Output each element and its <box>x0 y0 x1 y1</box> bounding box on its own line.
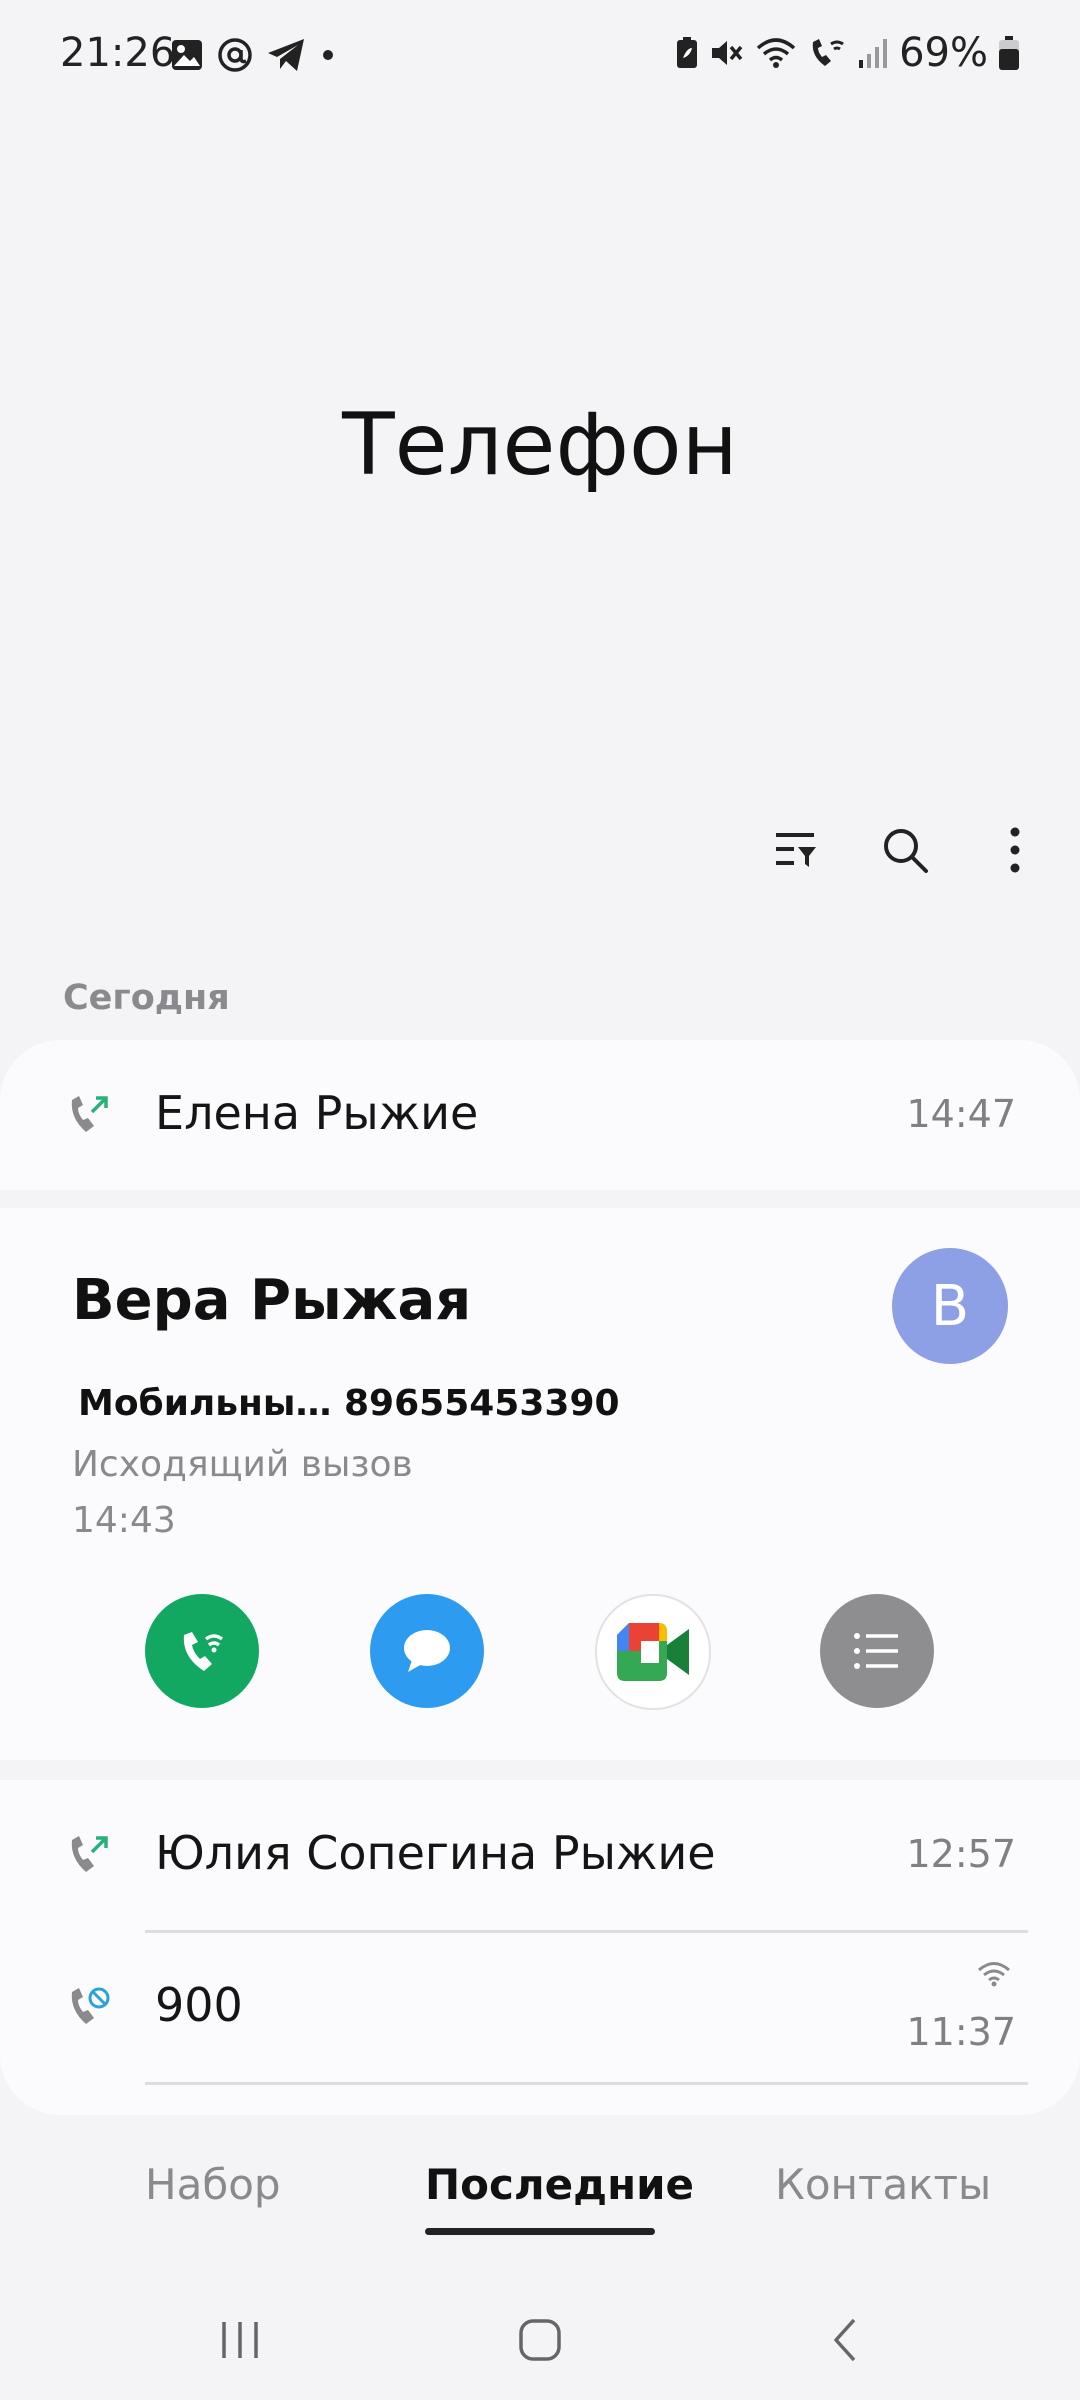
list-icon <box>852 1630 902 1672</box>
call-row[interactable]: Елена Рыжие 14:47 <box>0 1040 1080 1190</box>
call-time: 11:37 <box>906 2010 1016 2054</box>
battery-percent: 69% <box>899 30 988 76</box>
call-contact-name: Юлия Сопегина Рыжие <box>155 1826 716 1880</box>
phone-number: Мобильны… 89655453390 <box>78 1383 620 1424</box>
avatar[interactable]: В <box>892 1248 1008 1364</box>
call-type: Исходящий вызов <box>72 1444 413 1485</box>
status-notification-icons <box>170 36 338 74</box>
google-meet-icon <box>615 1621 691 1683</box>
status-system-icons: 69% <box>675 30 1020 76</box>
video-call-button[interactable] <box>595 1594 711 1710</box>
blocked-call-icon <box>66 1984 112 2030</box>
call-list-card: Юлия Сопегина Рыжие 12:57 900 11:37 <box>0 1780 1080 2115</box>
tab-contacts[interactable]: Контакты <box>775 2160 991 2209</box>
active-tab-indicator <box>425 2228 655 2235</box>
message-icon <box>400 1626 454 1676</box>
contact-name: Вера Рыжая <box>72 1268 472 1333</box>
details-button[interactable] <box>820 1594 934 1708</box>
dot-icon <box>318 45 338 65</box>
more-vert-icon <box>1008 826 1022 874</box>
home-icon <box>517 2317 563 2363</box>
call-time: 14:43 <box>72 1500 176 1541</box>
home-button[interactable] <box>495 2300 585 2380</box>
recent-apps-icon <box>218 2318 262 2362</box>
wifi-icon <box>755 36 797 70</box>
call-contact-name: Елена Рыжие <box>155 1086 479 1140</box>
at-icon <box>216 36 254 74</box>
search-button[interactable] <box>870 815 940 885</box>
page-title: Телефон <box>342 395 738 495</box>
expanded-call-card: Вера Рыжая В Мобильны… 89655453390 Исход… <box>0 1208 1080 1760</box>
section-today-label: Сегодня <box>63 978 230 1018</box>
back-button[interactable] <box>800 2300 890 2380</box>
tab-recents[interactable]: Последние <box>425 2160 694 2209</box>
telegram-icon <box>266 37 306 73</box>
filter-button[interactable] <box>760 815 830 885</box>
message-button[interactable] <box>370 1594 484 1708</box>
wifi-call-button[interactable] <box>145 1594 259 1708</box>
filter-icon <box>772 829 818 871</box>
system-navigation-bar <box>0 2300 1080 2380</box>
call-time: 12:57 <box>906 1832 1016 1876</box>
wifi-icon <box>976 1960 1012 1988</box>
more-options-button[interactable] <box>980 815 1050 885</box>
toolbar <box>760 815 1050 885</box>
outgoing-call-icon <box>66 1092 112 1138</box>
bottom-tabs: Набор Последние Контакты <box>0 2160 1080 2240</box>
mute-icon <box>709 36 745 70</box>
call-list-card: Елена Рыжие 14:47 <box>0 1040 1080 1190</box>
wifi-calling-icon <box>807 36 847 70</box>
outgoing-call-icon <box>66 1832 112 1878</box>
wifi-call-icon <box>174 1623 230 1679</box>
search-icon <box>880 825 930 875</box>
tab-dialer[interactable]: Набор <box>145 2160 281 2209</box>
status-bar: 21:26 69% <box>0 0 1080 110</box>
battery-icon <box>998 35 1020 71</box>
status-time: 21:26 <box>60 30 176 76</box>
signal-icon <box>857 36 889 70</box>
call-row[interactable]: 900 11:37 <box>0 1932 1080 2082</box>
divider <box>145 2082 1028 2085</box>
call-row[interactable]: Юлия Сопегина Рыжие 12:57 <box>0 1780 1080 1930</box>
call-contact-name: 900 <box>155 1978 243 2032</box>
call-time: 14:47 <box>906 1092 1016 1136</box>
back-icon <box>830 2316 860 2364</box>
battery-saver-icon <box>675 36 699 70</box>
image-icon <box>170 38 204 72</box>
recent-apps-button[interactable] <box>195 2300 285 2380</box>
